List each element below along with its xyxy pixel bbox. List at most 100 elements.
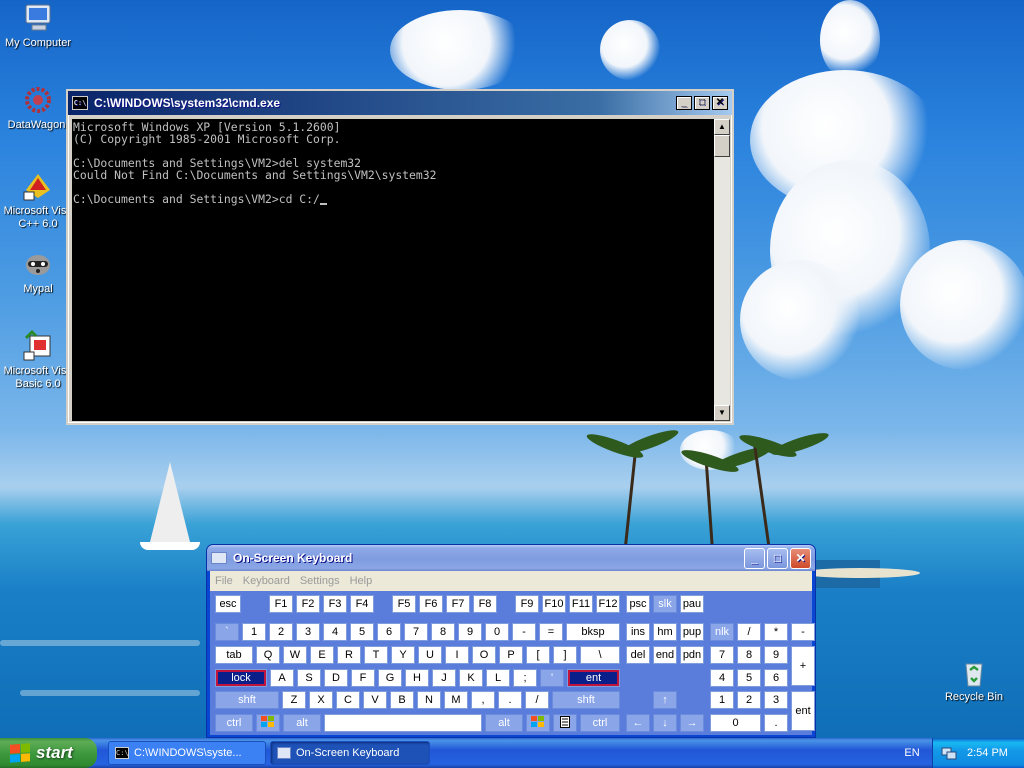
key-grave[interactable]: ` bbox=[215, 623, 239, 641]
key-quote[interactable]: ' bbox=[540, 669, 564, 687]
key-up[interactable]: ↑ bbox=[653, 691, 677, 709]
key-minus[interactable]: - bbox=[512, 623, 536, 641]
key-slk[interactable]: slk bbox=[653, 595, 677, 613]
key-f7[interactable]: F7 bbox=[446, 595, 470, 613]
taskbar-item-cmd[interactable]: C:\ C:\WINDOWS\syste... bbox=[108, 741, 266, 765]
key-r[interactable]: R bbox=[337, 646, 361, 664]
key-rctrl[interactable]: ctrl bbox=[580, 714, 620, 732]
key-n9[interactable]: 9 bbox=[458, 623, 482, 641]
key-kp1[interactable]: 1 bbox=[710, 691, 734, 709]
key-kp5[interactable]: 5 bbox=[737, 669, 761, 687]
desktop-icon-datawagon[interactable]: DataWagon. bbox=[0, 84, 76, 132]
key-f12[interactable]: F12 bbox=[596, 595, 620, 613]
key-n7[interactable]: 7 bbox=[404, 623, 428, 641]
key-kp7[interactable]: 7 bbox=[710, 646, 734, 664]
clock[interactable]: 2:54 PM bbox=[967, 747, 1008, 759]
key-n2[interactable]: 2 bbox=[269, 623, 293, 641]
key-kp3[interactable]: 3 bbox=[764, 691, 788, 709]
key-m[interactable]: M bbox=[444, 691, 468, 709]
minimize-button[interactable]: _ bbox=[676, 96, 692, 110]
key-n5[interactable]: 5 bbox=[350, 623, 374, 641]
key-f8[interactable]: F8 bbox=[473, 595, 497, 613]
close-button[interactable]: ✕ bbox=[790, 547, 811, 569]
key-q[interactable]: Q bbox=[256, 646, 280, 664]
menu-help[interactable]: Help bbox=[345, 575, 378, 587]
key-nlk[interactable]: nlk bbox=[710, 623, 734, 641]
key-pdn[interactable]: pdn bbox=[680, 646, 704, 664]
cmd-window[interactable]: C:\ C:\WINDOWS\system32\cmd.exe _ □ ✕ Mi… bbox=[66, 89, 734, 425]
key-d[interactable]: D bbox=[324, 669, 348, 687]
key-esc[interactable]: esc bbox=[215, 595, 241, 613]
key-u[interactable]: U bbox=[418, 646, 442, 664]
key-kpsub[interactable]: - bbox=[791, 623, 815, 641]
key-f11[interactable]: F11 bbox=[569, 595, 593, 613]
menu-file[interactable]: File bbox=[210, 575, 238, 587]
key-lock[interactable]: lock bbox=[215, 669, 267, 687]
key-f1[interactable]: F1 bbox=[269, 595, 293, 613]
start-button[interactable]: start bbox=[0, 738, 97, 768]
menu-key[interactable] bbox=[553, 714, 577, 732]
key-ent[interactable]: ent bbox=[567, 669, 620, 687]
key-slash[interactable]: / bbox=[525, 691, 549, 709]
maximize-button[interactable]: □ bbox=[694, 96, 710, 110]
key-x[interactable]: X bbox=[309, 691, 333, 709]
network-icon[interactable] bbox=[941, 745, 957, 761]
key-del[interactable]: del bbox=[626, 646, 650, 664]
key-tab[interactable]: tab bbox=[215, 646, 253, 664]
key-f[interactable]: F bbox=[351, 669, 375, 687]
menu-settings[interactable]: Settings bbox=[295, 575, 345, 587]
key-n6[interactable]: 6 bbox=[377, 623, 401, 641]
language-indicator[interactable]: EN bbox=[896, 738, 928, 768]
desktop-icon-visual-basic[interactable]: Microsoft Visu Basic 6.0 bbox=[0, 330, 76, 391]
key-kpadd[interactable]: + bbox=[791, 646, 815, 686]
key-equals[interactable]: = bbox=[539, 623, 563, 641]
scroll-thumb[interactable] bbox=[714, 135, 730, 157]
key-rbr[interactable]: ] bbox=[553, 646, 577, 664]
key-bslash[interactable]: \ bbox=[580, 646, 620, 664]
key-f5[interactable]: F5 bbox=[392, 595, 416, 613]
key-c[interactable]: C bbox=[336, 691, 360, 709]
key-ctrl[interactable]: ctrl bbox=[215, 714, 253, 732]
key-space[interactable] bbox=[324, 714, 482, 732]
key-h[interactable]: H bbox=[405, 669, 429, 687]
key-hm[interactable]: hm bbox=[653, 623, 677, 641]
key-right[interactable]: → bbox=[680, 714, 704, 732]
key-kp2[interactable]: 2 bbox=[737, 691, 761, 709]
key-w[interactable]: W bbox=[283, 646, 307, 664]
key-f3[interactable]: F3 bbox=[323, 595, 347, 613]
osk-titlebar[interactable]: On-Screen Keyboard _ □ ✕ bbox=[207, 545, 815, 571]
windows-key[interactable] bbox=[526, 714, 550, 732]
desktop-icon-recycle-bin[interactable]: Recycle Bin bbox=[936, 656, 1012, 704]
key-bksp[interactable]: bksp bbox=[566, 623, 620, 641]
key-alt[interactable]: alt bbox=[283, 714, 321, 732]
menu-keyboard[interactable]: Keyboard bbox=[238, 575, 295, 587]
key-down[interactable]: ↓ bbox=[653, 714, 677, 732]
key-kp8[interactable]: 8 bbox=[737, 646, 761, 664]
key-n8[interactable]: 8 bbox=[431, 623, 455, 641]
scroll-down-arrow-icon[interactable]: ▼ bbox=[714, 405, 730, 421]
key-kpdot[interactable]: . bbox=[764, 714, 788, 732]
key-pau[interactable]: pau bbox=[680, 595, 704, 613]
osk-window[interactable]: On-Screen Keyboard _ □ ✕ File Keyboard S… bbox=[206, 544, 816, 738]
key-shft[interactable]: shft bbox=[215, 691, 279, 709]
key-end[interactable]: end bbox=[653, 646, 677, 664]
key-psc[interactable]: psc bbox=[626, 595, 650, 613]
key-o[interactable]: O bbox=[472, 646, 496, 664]
minimize-button[interactable]: _ bbox=[744, 547, 765, 569]
key-n4[interactable]: 4 bbox=[323, 623, 347, 641]
key-g[interactable]: G bbox=[378, 669, 402, 687]
key-pup[interactable]: pup bbox=[680, 623, 704, 641]
key-f10[interactable]: F10 bbox=[542, 595, 566, 613]
key-n[interactable]: N bbox=[417, 691, 441, 709]
key-f4[interactable]: F4 bbox=[350, 595, 374, 613]
key-l[interactable]: L bbox=[486, 669, 510, 687]
maximize-button[interactable]: □ bbox=[767, 547, 788, 569]
key-left[interactable]: ← bbox=[626, 714, 650, 732]
key-period[interactable]: . bbox=[498, 691, 522, 709]
key-z[interactable]: Z bbox=[282, 691, 306, 709]
key-a[interactable]: A bbox=[270, 669, 294, 687]
key-kp0[interactable]: 0 bbox=[710, 714, 761, 732]
key-n0[interactable]: 0 bbox=[485, 623, 509, 641]
key-semi[interactable]: ; bbox=[513, 669, 537, 687]
key-v[interactable]: V bbox=[363, 691, 387, 709]
